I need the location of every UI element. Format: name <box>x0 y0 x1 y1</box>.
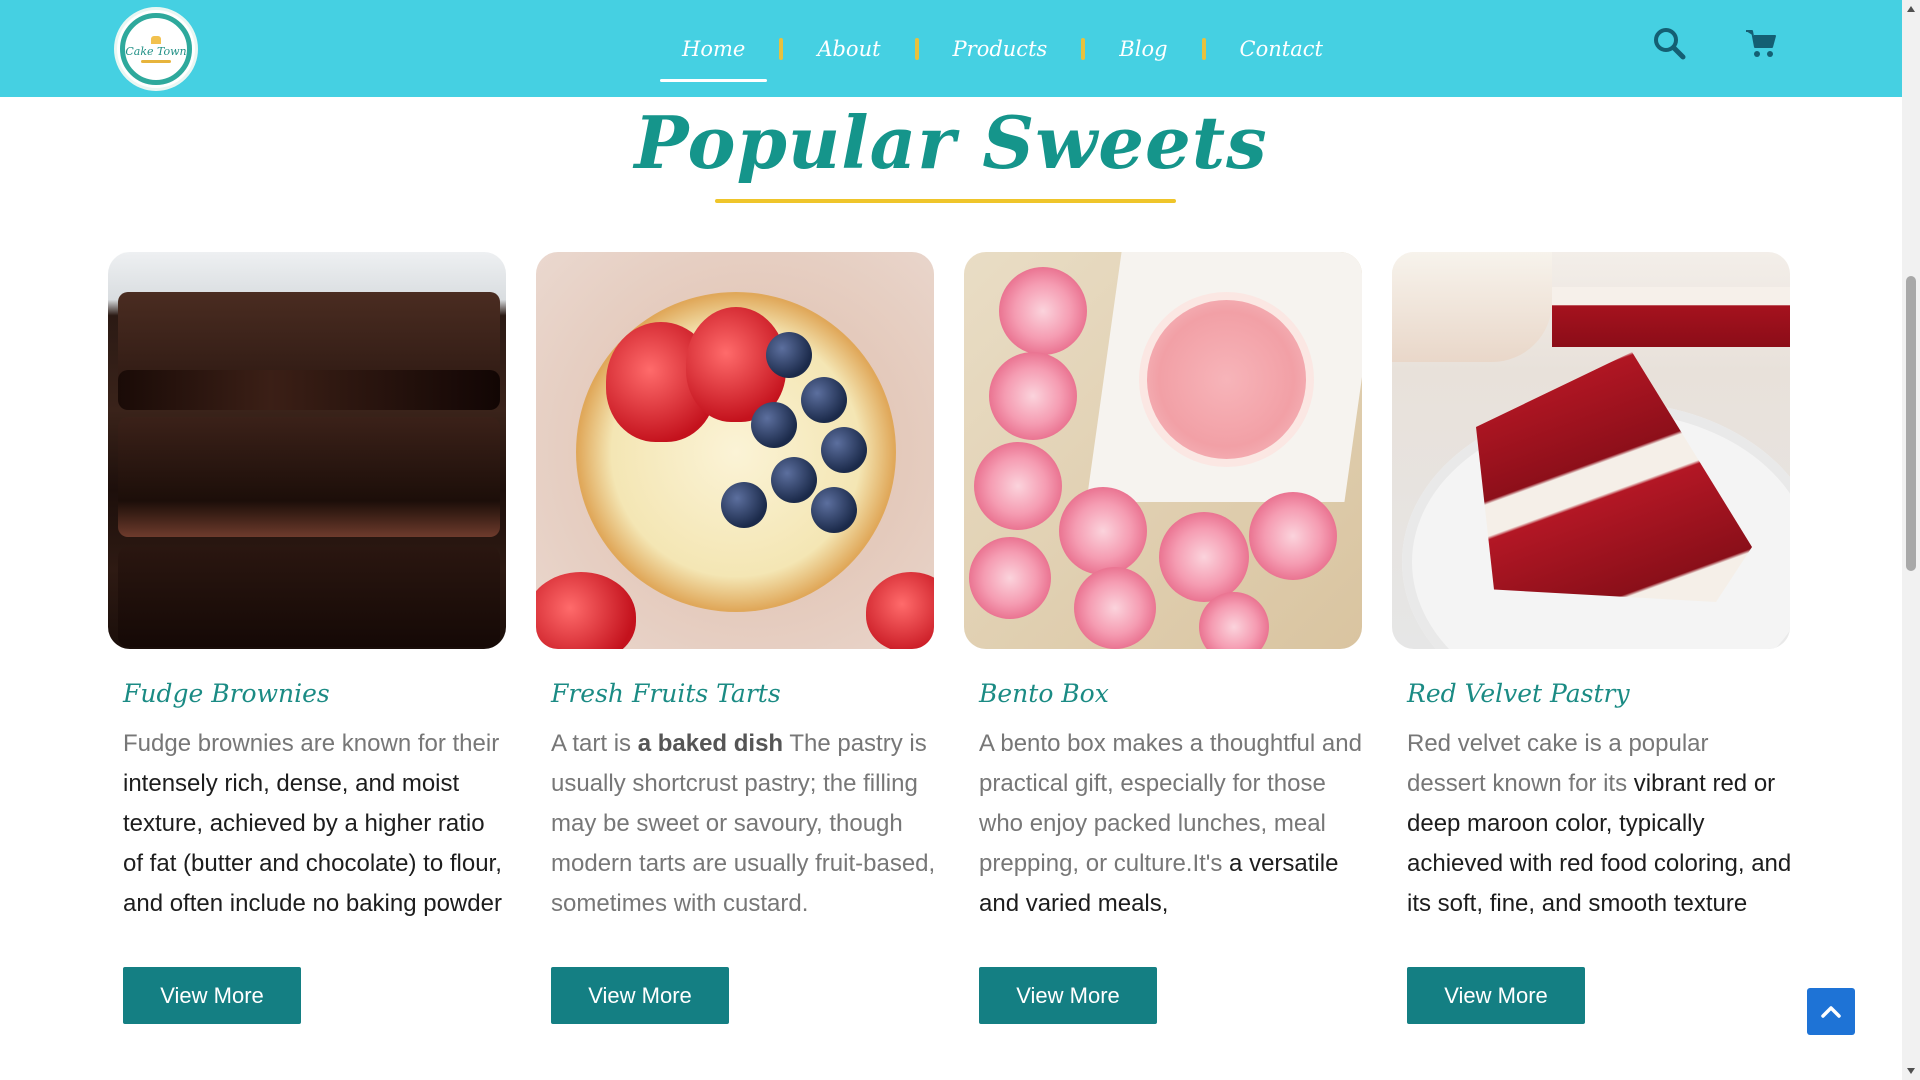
product-card-bento-box: Bento Box A bento box makes a thoughtful… <box>964 252 1362 1024</box>
card-title: Fudge Brownies <box>123 679 330 708</box>
logo-cake-icon <box>151 35 161 44</box>
scroll-up-arrow-icon[interactable] <box>1906 4 1916 14</box>
vertical-scrollbar[interactable] <box>1902 0 1920 1080</box>
site-header: Cake Town Home About Products Blog Conta… <box>0 0 1902 97</box>
card-desc-bold: a baked dish <box>637 730 784 757</box>
red-velvet-pastry-image[interactable] <box>1392 252 1790 649</box>
card-desc-part: A tart is <box>551 730 638 757</box>
view-more-button[interactable]: View More <box>123 967 301 1024</box>
bento-box-image[interactable] <box>964 252 1362 649</box>
nav-home[interactable]: Home <box>660 0 768 97</box>
card-desc-highlight: intensely rich, dense, and moist texture… <box>123 770 502 917</box>
view-more-button[interactable]: View More <box>1407 967 1585 1024</box>
nav-blog[interactable]: Blog <box>1097 0 1189 97</box>
title-underline <box>715 199 1176 203</box>
card-description: A bento box makes a thoughtful and pract… <box>979 724 1364 924</box>
product-card-fresh-fruits-tarts: Fresh Fruits Tarts A tart is a baked dis… <box>536 252 935 1024</box>
site-logo[interactable]: Cake Town <box>114 7 198 91</box>
logo-badge: Cake Town <box>120 13 192 85</box>
card-description: Fudge brownies are known for their inten… <box>123 724 508 924</box>
card-title: Fresh Fruits Tarts <box>551 679 781 708</box>
scrollbar-thumb[interactable] <box>1906 276 1916 571</box>
card-desc-punct: , <box>1161 890 1169 917</box>
card-title: Bento Box <box>979 679 1109 708</box>
card-description: Red velvet cake is a popular dessert kno… <box>1407 724 1792 924</box>
logo-text: Cake Town <box>125 44 187 58</box>
back-to-top-button[interactable] <box>1807 988 1855 1035</box>
nav-contact[interactable]: Contact <box>1218 0 1345 97</box>
main-nav: Home About Products Blog Contact <box>660 0 1345 97</box>
cart-icon[interactable] <box>1744 26 1778 60</box>
logo-ribbon <box>141 59 171 63</box>
card-description: A tart is a baked dish The pastry is usu… <box>551 724 936 924</box>
card-desc-part: Fudge brownies are known for their <box>123 730 500 757</box>
fresh-fruits-tarts-image[interactable] <box>536 252 934 649</box>
page: Cake Town Home About Products Blog Conta… <box>0 0 1902 1080</box>
section-title: Popular Sweets <box>634 100 1268 185</box>
scroll-down-arrow-icon[interactable] <box>1906 1066 1916 1076</box>
nav-products[interactable]: Products <box>931 0 1070 97</box>
card-desc-part: The pastry is usually shortcrust pastry;… <box>551 730 936 917</box>
nav-separator <box>779 37 784 60</box>
product-card-fudge-brownies: Fudge Brownies Fudge brownies are known … <box>108 252 506 1024</box>
product-card-red-velvet-pastry: Red Velvet Pastry Red velvet cake is a p… <box>1392 252 1791 1024</box>
view-more-button[interactable]: View More <box>979 967 1157 1024</box>
nav-separator <box>1201 37 1206 60</box>
nav-separator <box>1081 37 1086 60</box>
card-title: Red Velvet Pastry <box>1407 679 1630 708</box>
chevron-up-icon <box>1821 1005 1841 1018</box>
view-more-button[interactable]: View More <box>551 967 729 1024</box>
fudge-brownies-image[interactable] <box>108 252 506 649</box>
search-icon[interactable] <box>1652 26 1686 60</box>
nav-separator <box>914 37 919 60</box>
nav-about[interactable]: About <box>795 0 902 97</box>
